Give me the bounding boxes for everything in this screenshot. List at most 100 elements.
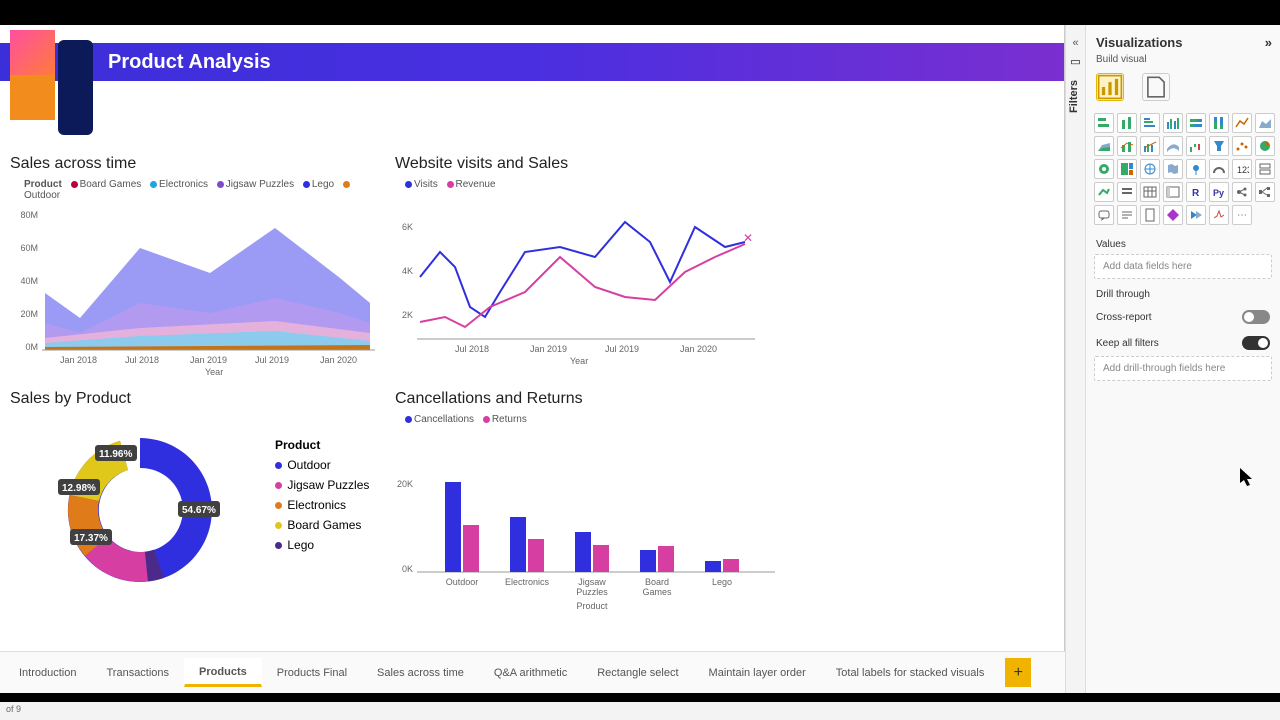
visualizations-pane: Visualizations » Build visual	[1085, 25, 1280, 693]
viz-matrix-icon[interactable]	[1163, 182, 1183, 202]
viz-ribbon-icon[interactable]	[1163, 136, 1183, 156]
viz-waterfall-icon[interactable]	[1186, 136, 1206, 156]
svg-text:17.37%: 17.37%	[74, 533, 108, 544]
area-chart-svg: 80M 60M 40M 20M 0M Jan 2018 Jul 2018	[10, 203, 380, 378]
viz-line-stacked-column-icon[interactable]	[1117, 136, 1137, 156]
svg-text:80M: 80M	[20, 210, 38, 220]
svg-text:Jul 2018: Jul 2018	[125, 355, 159, 365]
viz-map-icon[interactable]	[1140, 159, 1160, 179]
viz-stacked-bar-icon[interactable]	[1094, 113, 1114, 133]
viz-qa-icon[interactable]	[1094, 205, 1114, 225]
svg-text:Jan 2019: Jan 2019	[530, 344, 567, 354]
chart-sales-across-time[interactable]: Sales across time Product Board Games El…	[10, 155, 380, 383]
svg-text:6K: 6K	[402, 222, 413, 232]
chart-sales-by-product[interactable]: Sales by Product 11.96% 12.98%	[10, 390, 380, 408]
svg-text:54.67%: 54.67%	[182, 505, 216, 516]
viz-100-stacked-bar-icon[interactable]	[1186, 113, 1206, 133]
donut-chart-svg: 11.96% 12.98% 17.37% 54.67%	[10, 415, 240, 605]
svg-text:0M: 0M	[25, 342, 38, 352]
svg-text:Board: Board	[645, 577, 669, 587]
viz-power-apps-icon[interactable]	[1163, 205, 1183, 225]
svg-text:Year: Year	[570, 356, 588, 366]
viz-key-influencers-icon[interactable]	[1232, 182, 1252, 202]
svg-text:Jul 2019: Jul 2019	[255, 355, 289, 365]
svg-text:Jan 2018: Jan 2018	[60, 355, 97, 365]
viz-funnel-icon[interactable]	[1209, 136, 1229, 156]
collapse-pane-icon[interactable]: »	[1265, 35, 1272, 50]
tab-products-final[interactable]: Products Final	[262, 658, 362, 687]
viz-slicer-icon[interactable]	[1117, 182, 1137, 202]
svg-text:20K: 20K	[397, 479, 413, 489]
viz-smart-narrative-icon[interactable]	[1117, 205, 1137, 225]
viz-python-icon[interactable]: Py	[1209, 182, 1229, 202]
bar-chart-svg: 20K0K OutdoorElectronics JigsawPuzzles B…	[395, 427, 785, 617]
tab-sales-across-time[interactable]: Sales across time	[362, 658, 479, 687]
chart-website-visits[interactable]: Website visits and Sales Visits Revenue …	[395, 155, 765, 372]
viz-clustered-column-icon[interactable]	[1163, 113, 1183, 133]
pane-toggle-icon[interactable]: ▭	[1066, 55, 1085, 68]
filters-pane-collapsed[interactable]: « ▭ Filters	[1065, 25, 1085, 693]
viz-stacked-column-icon[interactable]	[1117, 113, 1137, 133]
viz-scatter-icon[interactable]	[1232, 136, 1252, 156]
viz-donut-icon[interactable]	[1094, 159, 1114, 179]
status-left: of 9	[6, 704, 21, 718]
viz-clustered-bar-icon[interactable]	[1140, 113, 1160, 133]
viz-paginated-report-icon[interactable]	[1140, 205, 1160, 225]
tab-total-labels[interactable]: Total labels for stacked visuals	[821, 658, 1000, 687]
tab-maintain-layer-order[interactable]: Maintain layer order	[694, 658, 821, 687]
viz-decomposition-tree-icon[interactable]	[1255, 182, 1275, 202]
chart-title: Sales by Product	[10, 390, 380, 408]
keep-filters-toggle[interactable]	[1242, 336, 1270, 350]
svg-text:Jul 2018: Jul 2018	[455, 344, 489, 354]
viz-azure-map-icon[interactable]	[1186, 159, 1206, 179]
svg-text:Py: Py	[1213, 188, 1224, 198]
report-canvas[interactable]: Product Analysis Sales across time Produ…	[0, 25, 1065, 651]
line-chart-svg: 6K 4K 2K ✕ Jul 2018Jan 2019 Jul 2019Jan …	[395, 192, 765, 367]
svg-text:0K: 0K	[402, 564, 413, 574]
viz-100-stacked-column-icon[interactable]	[1209, 113, 1229, 133]
svg-text:20M: 20M	[20, 309, 38, 319]
keep-filters-label: Keep all filters	[1096, 338, 1159, 349]
viz-kpi-icon[interactable]	[1094, 182, 1114, 202]
tab-introduction[interactable]: Introduction	[4, 658, 91, 687]
viz-line-icon[interactable]	[1232, 113, 1252, 133]
drillthrough-dropzone[interactable]: Add drill-through fields here	[1094, 356, 1272, 381]
viz-r-icon[interactable]: R	[1186, 182, 1206, 202]
page-title-banner: Product Analysis	[0, 43, 1064, 81]
viz-pie-icon[interactable]	[1255, 136, 1275, 156]
svg-text:Jan 2019: Jan 2019	[190, 355, 227, 365]
format-visual-mode-button[interactable]	[1142, 73, 1170, 101]
tab-rectangle-select[interactable]: Rectangle select	[582, 658, 693, 687]
viz-area-icon[interactable]	[1255, 113, 1275, 133]
svg-text:✕: ✕	[743, 231, 753, 245]
svg-text:40M: 40M	[20, 276, 38, 286]
viz-multi-row-card-icon[interactable]	[1255, 159, 1275, 179]
viz-stacked-area-icon[interactable]	[1094, 136, 1114, 156]
viz-treemap-icon[interactable]	[1117, 159, 1137, 179]
viz-table-icon[interactable]	[1140, 182, 1160, 202]
viz-line-clustered-column-icon[interactable]	[1140, 136, 1160, 156]
viz-filled-map-icon[interactable]	[1163, 159, 1183, 179]
pane-title: Visualizations	[1096, 35, 1182, 50]
viz-power-automate-icon[interactable]	[1186, 205, 1206, 225]
filters-label: Filters	[1068, 80, 1080, 113]
cross-report-toggle[interactable]	[1242, 310, 1270, 324]
status-bar: of 9	[0, 702, 1280, 720]
tab-products[interactable]: Products	[184, 658, 262, 687]
svg-text:Outdoor: Outdoor	[446, 577, 479, 587]
svg-text:11.96%: 11.96%	[99, 449, 132, 460]
tab-transactions[interactable]: Transactions	[91, 658, 184, 687]
build-visual-mode-button[interactable]	[1096, 73, 1124, 101]
svg-text:60M: 60M	[20, 243, 38, 253]
values-section-label: Values	[1086, 229, 1280, 254]
mouse-cursor-icon	[1240, 468, 1256, 488]
viz-anomaly-icon[interactable]	[1209, 205, 1229, 225]
tab-qa-arithmetic[interactable]: Q&A arithmetic	[479, 658, 582, 687]
expand-filters-icon[interactable]: «	[1066, 25, 1085, 49]
viz-gauge-icon[interactable]	[1209, 159, 1229, 179]
chart-cancellations-returns[interactable]: Cancellations and Returns Cancellations …	[395, 390, 785, 622]
viz-card-icon[interactable]: 123	[1232, 159, 1252, 179]
values-dropzone[interactable]: Add data fields here	[1094, 254, 1272, 279]
add-page-button[interactable]: +	[1005, 658, 1031, 687]
viz-get-more-icon[interactable]: ⋯	[1232, 205, 1252, 225]
